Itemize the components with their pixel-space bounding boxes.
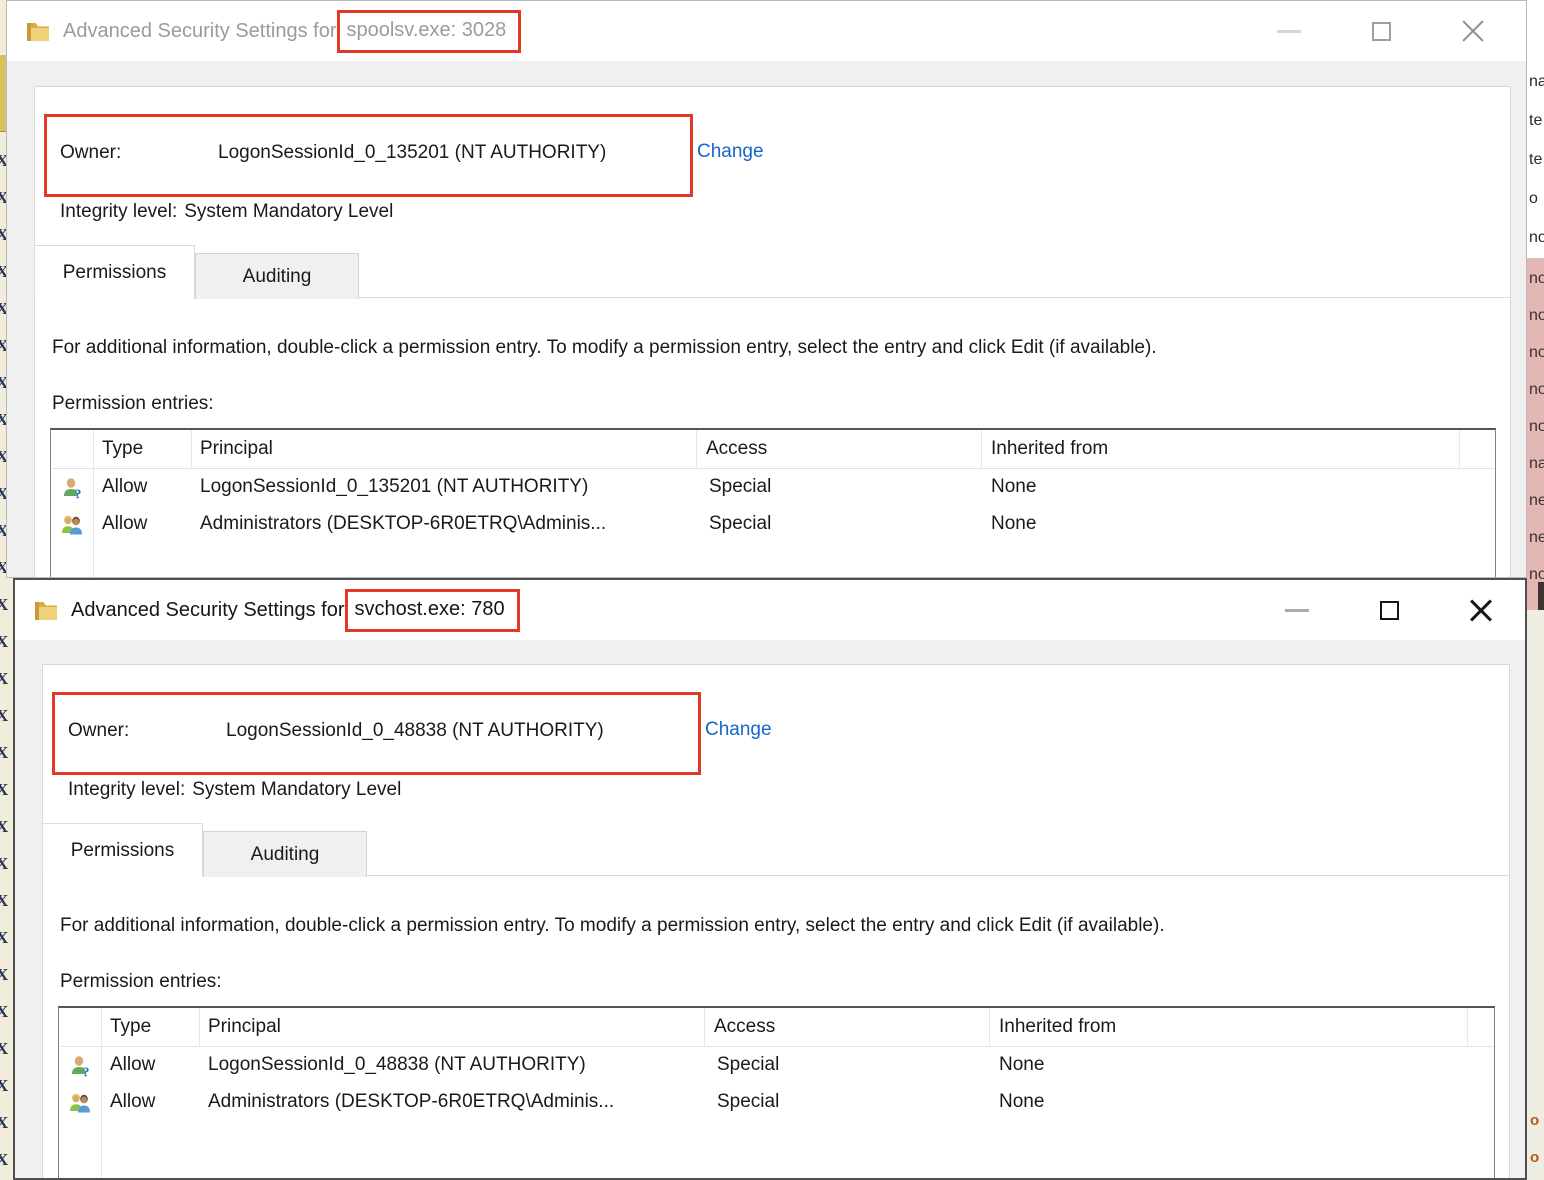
background-beige-area: o o [1527, 610, 1544, 1180]
permission-row-logonsession[interactable]: ? Allow LogonSessionId_0_135201 (NT AUTH… [52, 469, 1494, 506]
window-title-prefix: Advanced Security Settings for [71, 599, 344, 622]
owner-label: Owner: [68, 720, 129, 742]
tab-auditing[interactable]: Auditing [203, 831, 367, 877]
svg-text:?: ? [83, 1066, 90, 1079]
permission-entries-label: Permission entries: [60, 971, 222, 993]
cell-principal: LogonSessionId_0_48838 (NT AUTHORITY) [208, 1054, 586, 1076]
owner-value: LogonSessionId_0_135201 (NT AUTHORITY) [218, 142, 606, 164]
background-highlight-pink: no no no no no na ne ne no [1527, 258, 1544, 610]
permission-row-administrators[interactable]: Allow Administrators (DESKTOP-6R0ETRQ\Ad… [52, 506, 1494, 543]
permissions-table: Type Principal Access Inherited from ? A… [58, 1006, 1495, 1180]
integrity-label: Integrity level: [68, 779, 185, 801]
minimize-button[interactable] [1266, 9, 1312, 53]
cell-inherited-from: None [991, 476, 1036, 498]
column-header-access[interactable]: Access [706, 438, 767, 460]
minimize-button[interactable] [1274, 588, 1320, 632]
cell-type: Allow [110, 1054, 155, 1076]
column-header-access[interactable]: Access [714, 1016, 775, 1038]
user-question-icon: ? [69, 1054, 93, 1078]
tab-auditing[interactable]: Auditing [195, 253, 359, 299]
cell-type: Allow [110, 1091, 155, 1113]
maximize-icon [1380, 601, 1399, 620]
tab-strip-divider [201, 875, 1509, 876]
integrity-label: Integrity level: [60, 201, 177, 223]
minimize-icon [1285, 609, 1309, 612]
dialog-advanced-security-svchost: Advanced Security Settings for svchost.e… [13, 578, 1527, 1180]
folder-icon [34, 600, 58, 621]
cell-access: Special [709, 513, 771, 535]
column-header-principal[interactable]: Principal [200, 438, 273, 460]
annotation-box-title: svchost.exe: 780 [345, 589, 519, 632]
change-owner-link[interactable]: Change [705, 719, 772, 741]
background-text-fragments-right: na te te o no [1529, 62, 1544, 257]
cell-inherited-from: None [991, 513, 1036, 535]
cell-principal: Administrators (DESKTOP-6R0ETRQ\Adminis.… [200, 513, 606, 535]
permission-entries-label: Permission entries: [52, 393, 214, 415]
cell-access: Special [717, 1054, 779, 1076]
window-controls [1266, 9, 1496, 53]
permissions-description: For additional information, double-click… [60, 915, 1165, 937]
cell-access: Special [717, 1091, 779, 1113]
integrity-level-row: Integrity level: System Mandatory Level [68, 779, 401, 801]
tab-permissions[interactable]: Permissions [34, 245, 195, 299]
permission-row-administrators[interactable]: Allow Administrators (DESKTOP-6R0ETRQ\Ad… [60, 1084, 1493, 1121]
titlebar[interactable]: Advanced Security Settings for spoolsv.e… [7, 1, 1526, 61]
svg-text:?: ? [75, 488, 82, 501]
maximize-button[interactable] [1366, 588, 1412, 632]
owner-value: LogonSessionId_0_48838 (NT AUTHORITY) [226, 720, 604, 742]
owner-label: Owner: [60, 142, 121, 164]
integrity-value: System Mandatory Level [184, 201, 393, 223]
column-header-inherited-from[interactable]: Inherited from [991, 438, 1108, 460]
cell-type: Allow [102, 476, 147, 498]
cell-inherited-from: None [999, 1054, 1044, 1076]
cell-type: Allow [102, 513, 147, 535]
window-controls [1274, 588, 1504, 632]
column-header-type[interactable]: Type [110, 1016, 151, 1038]
users-group-icon [61, 513, 85, 537]
cell-inherited-from: None [999, 1091, 1044, 1113]
background-dark-fragment [1538, 582, 1544, 612]
change-owner-link[interactable]: Change [697, 141, 764, 163]
column-header-principal[interactable]: Principal [208, 1016, 281, 1038]
column-header-type[interactable]: Type [102, 438, 143, 460]
integrity-value: System Mandatory Level [192, 779, 401, 801]
window-title-process: spoolsv.exe: 3028 [346, 19, 506, 42]
titlebar[interactable]: Advanced Security Settings for svchost.e… [15, 580, 1525, 640]
tab-permissions[interactable]: Permissions [42, 823, 203, 877]
window-title: Advanced Security Settings for svchost.e… [71, 589, 520, 632]
background-text-fragments-pink: no no no no no na ne ne no [1529, 260, 1544, 593]
maximize-icon [1372, 22, 1391, 41]
cell-access: Special [709, 476, 771, 498]
window-title-prefix: Advanced Security Settings for [63, 20, 336, 43]
close-button[interactable] [1458, 588, 1504, 632]
users-group-icon [69, 1091, 93, 1115]
security-settings-panel: Owner: LogonSessionId_0_135201 (NT AUTHO… [34, 86, 1511, 578]
minimize-icon [1277, 30, 1301, 33]
background-window-right-sliver: na te te o no no no no no no na ne ne no… [1527, 0, 1544, 1180]
tab-strip-divider [193, 297, 1510, 298]
permission-row-logonsession[interactable]: ? Allow LogonSessionId_0_48838 (NT AUTHO… [60, 1047, 1493, 1084]
maximize-button[interactable] [1358, 9, 1404, 53]
background-text-fragments-beige: o o [1530, 1102, 1539, 1176]
window-title: Advanced Security Settings for spoolsv.e… [63, 10, 521, 53]
security-settings-panel: Owner: LogonSessionId_0_48838 (NT AUTHOR… [42, 664, 1510, 1180]
cell-principal: LogonSessionId_0_135201 (NT AUTHORITY) [200, 476, 588, 498]
screen: X X X X X X X X X X X X X X X X X X X X … [0, 0, 1544, 1180]
close-button[interactable] [1450, 9, 1496, 53]
annotation-box-title: spoolsv.exe: 3028 [337, 10, 521, 53]
cell-principal: Administrators (DESKTOP-6R0ETRQ\Adminis.… [208, 1091, 614, 1113]
dialog-advanced-security-spoolsv: Advanced Security Settings for spoolsv.e… [6, 0, 1527, 578]
user-question-icon: ? [61, 476, 85, 500]
window-title-process: svchost.exe: 780 [354, 598, 504, 621]
permissions-table: Type Principal Access Inherited from ? A… [50, 428, 1496, 578]
integrity-level-row: Integrity level: System Mandatory Level [60, 201, 393, 223]
column-header-inherited-from[interactable]: Inherited from [999, 1016, 1116, 1038]
permissions-description: For additional information, double-click… [52, 337, 1157, 359]
folder-icon [26, 21, 50, 42]
